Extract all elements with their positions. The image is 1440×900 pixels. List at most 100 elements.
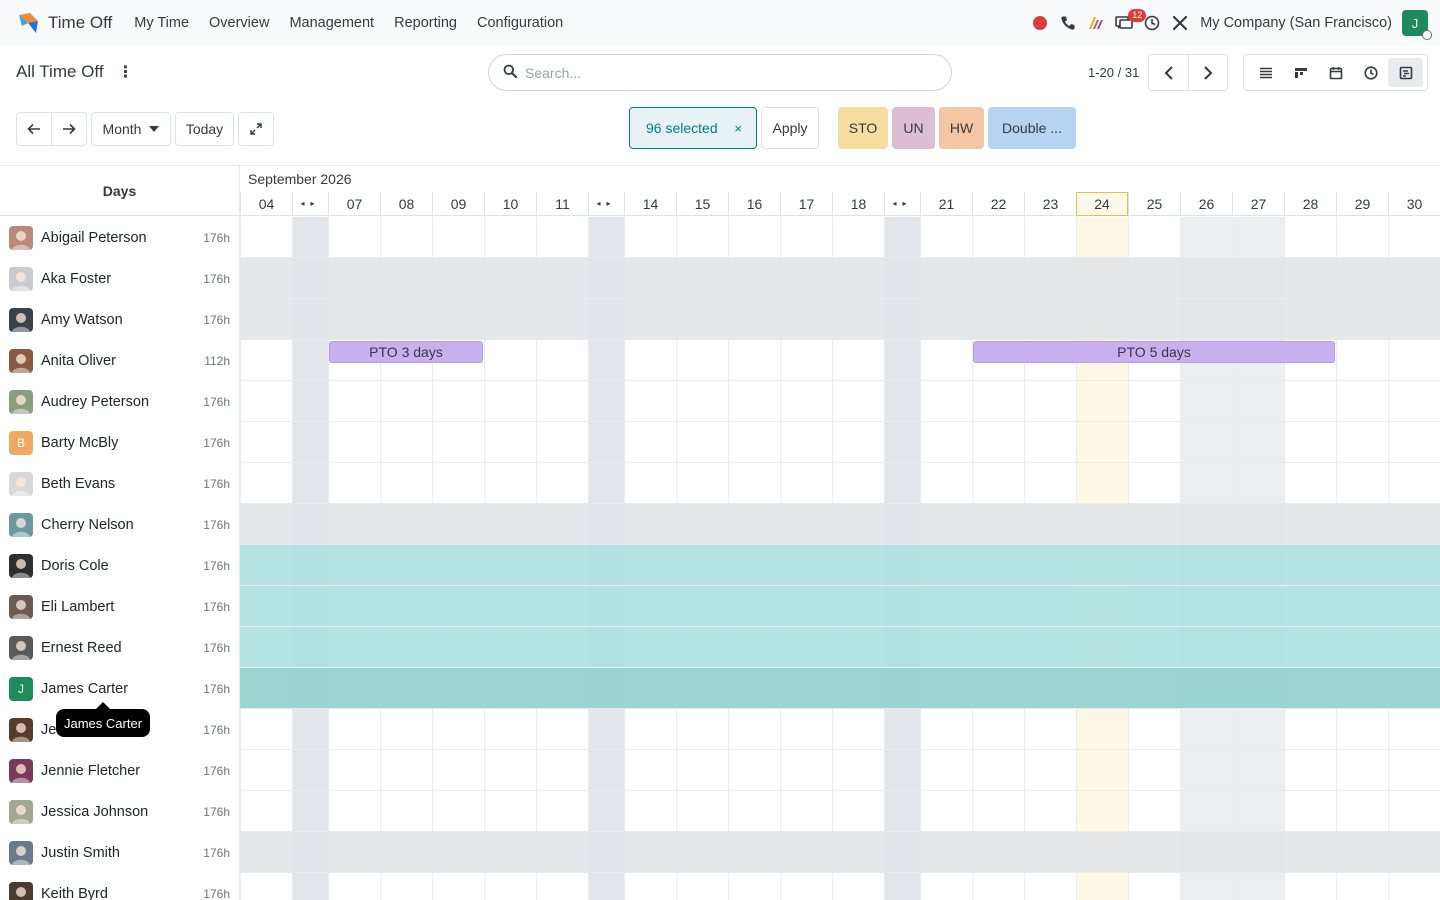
tools-icon[interactable] [1166, 9, 1194, 37]
legend-un[interactable]: UN [892, 107, 935, 149]
pager-value[interactable]: 1-20 / 31 [1088, 65, 1139, 80]
fold-arrows-icon[interactable]: ◂▸ [892, 199, 912, 208]
actions-menu-icon[interactable]: ⋮ [118, 62, 134, 82]
expand-button[interactable] [238, 112, 274, 146]
employee-row-header[interactable]: Anita Oliver 112h [0, 340, 240, 381]
app-brand[interactable]: Time Off [16, 11, 112, 35]
kanban-view-button[interactable] [1283, 58, 1318, 87]
employee-row: J James Carter 176h [0, 668, 1440, 709]
phone-icon[interactable] [1054, 9, 1082, 37]
pager-previous-button[interactable] [1149, 55, 1188, 90]
employee-row-header[interactable]: Abigail Peterson 176h [0, 217, 240, 258]
unavailable-row-band [240, 299, 1440, 339]
day-number: 07 [346, 195, 363, 212]
legend-hw[interactable]: HW [939, 107, 984, 149]
employee-row-header[interactable]: Aka Foster 176h [0, 258, 240, 299]
employee-row-header[interactable]: Jessica Johnson 176h [0, 791, 240, 832]
employee-row: Je 176h [0, 709, 1440, 750]
employee-row-header[interactable]: Ernest Reed 176h [0, 627, 240, 668]
legend-sto[interactable]: STO [838, 107, 888, 149]
person-photo-icon [12, 476, 30, 496]
clear-selection-icon[interactable]: × [734, 121, 742, 136]
employee-avatar [9, 799, 33, 824]
day-header: 16 [728, 192, 780, 216]
employee-row-header[interactable]: Amy Watson 176h [0, 299, 240, 340]
fold-arrows-icon[interactable]: ◂▸ [596, 199, 616, 208]
menu-my-time[interactable]: My Time [124, 15, 199, 31]
employee-name: Jennie Fletcher [41, 762, 141, 779]
activity-ai-icon[interactable] [1082, 9, 1110, 37]
clock-icon[interactable] [1138, 9, 1166, 37]
scale-dropdown[interactable]: Month [91, 112, 171, 146]
caret-down-icon [149, 126, 160, 132]
legend-label: STO [848, 120, 878, 136]
day-number: 27 [1250, 195, 1267, 212]
day-number: 16 [746, 195, 763, 212]
fold-arrows-icon[interactable]: ◂▸ [300, 199, 320, 208]
legend-double[interactable]: Double ... [988, 107, 1076, 149]
time-off-app-icon [16, 11, 40, 35]
gantt-view-button[interactable] [1388, 58, 1423, 87]
calendar-view-button[interactable] [1318, 58, 1353, 87]
legend-label: UN [903, 120, 924, 136]
employee-hours: 176h [203, 599, 230, 614]
menu-reporting[interactable]: Reporting [384, 15, 467, 31]
employee-row-header[interactable]: Cherry Nelson 176h [0, 504, 240, 545]
employee-avatar [9, 758, 33, 783]
fold-toggle[interactable]: ◂▸ [292, 192, 328, 216]
day-number: 26 [1198, 195, 1215, 212]
employee-row-header[interactable]: J James Carter 176h [0, 668, 240, 709]
legend-label: Double ... [1002, 120, 1062, 136]
fold-toggle[interactable]: ◂▸ [588, 192, 624, 216]
selected-count: 96 selected [646, 120, 718, 136]
employee-row-header[interactable]: B Barty McBly 176h [0, 422, 240, 463]
pager-next-button[interactable] [1188, 55, 1227, 90]
user-avatar[interactable]: J [1402, 10, 1432, 40]
employee-row-header[interactable]: Keith Byrd 176h [0, 873, 240, 900]
day-number: 14 [642, 195, 659, 212]
day-number: 30 [1406, 195, 1423, 212]
employee-row-header[interactable]: Justin Smith 176h [0, 832, 240, 873]
day-header: 11 [536, 192, 588, 216]
person-photo-icon [12, 845, 30, 865]
employee-hours: 176h [203, 312, 230, 327]
day-header: 25 [1128, 192, 1180, 216]
search-input[interactable] [525, 64, 925, 81]
employee-row-header[interactable]: Doris Cole 176h [0, 545, 240, 586]
day-number: 24 [1094, 196, 1110, 212]
gantt-icon [1399, 66, 1412, 79]
day-number: 10 [502, 195, 519, 212]
employee-row: Abigail Peterson 176h [0, 217, 1440, 258]
today-button[interactable]: Today [175, 112, 234, 146]
search-bar[interactable] [488, 54, 952, 91]
fold-toggle[interactable]: ◂▸ [884, 192, 920, 216]
list-view-button[interactable] [1248, 58, 1283, 87]
employee-name: Doris Cole [41, 557, 109, 574]
selection-chip[interactable]: 96 selected × [629, 107, 757, 149]
employee-row-header[interactable]: Audrey Peterson 176h [0, 381, 240, 422]
time-off-pill[interactable]: PTO 3 days [329, 341, 483, 363]
employee-avatar [9, 840, 33, 865]
employee-name: Justin Smith [41, 844, 120, 861]
employee-row-header[interactable]: Jennie Fletcher 176h [0, 750, 240, 791]
day-header: 29 [1336, 192, 1388, 216]
employee-name: Anita Oliver [41, 352, 116, 369]
activity-view-button[interactable] [1353, 58, 1388, 87]
person-photo-icon [12, 353, 30, 373]
employee-row-header[interactable]: Beth Evans 176h [0, 463, 240, 504]
employee-hours: 176h [203, 804, 230, 819]
menu-overview[interactable]: Overview [199, 15, 279, 31]
time-off-pill[interactable]: PTO 5 days [973, 341, 1335, 363]
employee-hours: 176h [203, 681, 230, 696]
messages-icon[interactable]: 12 [1110, 9, 1147, 37]
menu-management[interactable]: Management [279, 15, 384, 31]
record-icon[interactable] [1026, 9, 1054, 37]
apply-button[interactable]: Apply [761, 107, 819, 149]
employee-row-header[interactable]: Eli Lambert 176h [0, 586, 240, 627]
employee-name: Jessica Johnson [41, 803, 149, 820]
previous-period-button[interactable] [16, 112, 52, 146]
company-switcher[interactable]: My Company (San Francisco) [1200, 15, 1392, 31]
menu-configuration[interactable]: Configuration [467, 15, 573, 31]
next-period-button[interactable] [51, 112, 87, 146]
top-navbar: Time Off My Time Overview Management Rep… [0, 0, 1440, 46]
